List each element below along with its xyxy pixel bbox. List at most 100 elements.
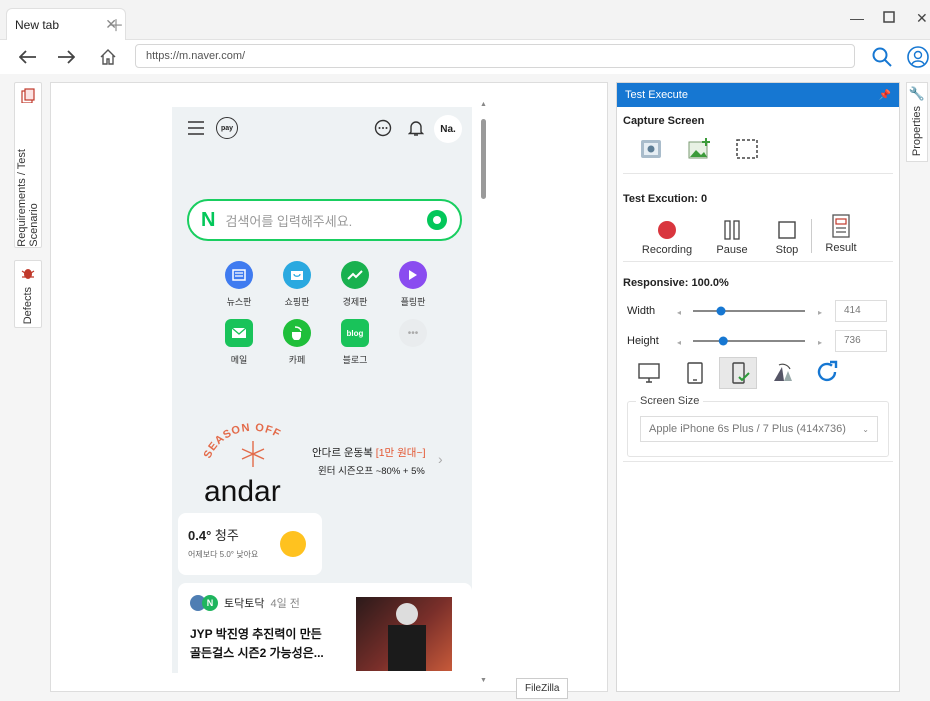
news-time: 4일 전 [270,598,300,610]
service-cafe[interactable]: 카페 [272,319,322,366]
screen-size-group: Screen Size Apple iPhone 6s Plus / 7 Plu… [627,395,889,457]
recording-label: Recording [641,244,693,256]
requirements-tab[interactable]: Requirements / Test Scenario [14,82,42,248]
capture-image-icon[interactable] [687,137,711,161]
desktop-icon[interactable] [637,361,661,385]
defects-tab[interactable]: Defects [14,260,42,328]
slider-knob[interactable] [716,306,726,316]
height-slider-row: Height ◂ ▸ 736 [627,329,887,353]
news-card[interactable]: N 토닥토닥 4일 전 JYP 박진영 추진력이 만든 골든걸스 시즌2 가능성… [178,583,472,673]
banner-line-2: 윈터 시즌오프 ~80% + 5% [318,466,425,477]
refresh-icon[interactable] [815,359,841,385]
workspace: Requirements / Test Scenario Defects 🔧 P… [0,74,930,701]
wrench-icon: 🔧 [908,86,926,101]
minimize-icon[interactable]: — [850,10,864,26]
responsive-label: Responsive: 100.0% [623,277,729,289]
screen-size-select[interactable]: Apple iPhone 6s Plus / 7 Plus (414x736) … [640,416,878,442]
service-label: 메일 [230,355,248,365]
bell-icon[interactable] [408,119,424,137]
weather-card[interactable]: 0.4° 청주 어제보다 5.0° 낮아요 [178,513,322,575]
chat-icon[interactable] [374,119,392,137]
scroll-down-icon[interactable]: ▼ [480,677,487,684]
forward-icon[interactable] [52,44,80,70]
divider [811,219,812,253]
news-title: JYP 박진영 추진력이 만든 골든걸스 시즌2 가능성은... [190,627,324,660]
service-blog[interactable]: blog 블로그 [330,319,380,366]
mobile-device-button[interactable] [719,357,757,389]
capture-region-icon[interactable] [735,137,759,161]
banner-line-1: 안다르 운동복 [1만 원대~] [312,447,426,459]
bug-icon [21,269,35,279]
recording-button[interactable]: Recording [637,219,697,256]
service-label: 블로그 [342,355,368,365]
mobile-check-icon [732,362,750,384]
profile-avatar[interactable]: Na. [434,115,462,143]
service-economy[interactable]: 경제판 [330,261,380,308]
chevron-right-icon[interactable]: › [438,451,443,467]
width-input[interactable]: 414 [835,300,887,322]
more-icon: ••• [399,319,427,347]
divider [623,173,893,174]
sun-icon [280,531,306,557]
service-news[interactable]: 뉴스판 [214,261,264,308]
back-icon[interactable] [14,44,42,70]
result-button[interactable]: Result [819,213,863,254]
service-more[interactable]: ••• [388,319,438,347]
divider [623,261,893,262]
ad-banner[interactable]: SEASON OFF andar 안다르 운동복 [1만 원대~] 윈터 시즌오… [172,419,472,509]
naver-search-box[interactable]: N 검색어를 입력해주세요. [187,199,462,241]
close-window-icon[interactable]: ✕ [916,10,928,27]
maximize-icon[interactable] [883,10,895,26]
search-icon[interactable] [869,44,895,70]
pause-button[interactable]: Pause [712,219,752,256]
menu-icon[interactable] [188,121,204,135]
test-execute-panel: Test Execute 📌 Capture Screen Test Excut… [616,82,900,692]
svg-text:SEASON OFF: SEASON OFF [202,422,283,461]
green-search-icon[interactable] [426,209,448,231]
service-shopping[interactable]: 쇼핑판 [272,261,322,308]
andar-season-off-graphic: SEASON OFF andar [202,422,283,508]
service-label: 경제판 [342,297,368,307]
scrollbar-thumb[interactable] [481,119,486,199]
width-slider[interactable]: ◂ ▸ [677,304,837,318]
news-thumbnail [356,597,452,671]
slider-knob[interactable] [718,336,728,346]
naver-logo: N [201,208,216,231]
service-mail[interactable]: 메일 [214,319,264,366]
stop-icon [778,221,796,239]
panel-title: Test Execute [625,89,688,101]
requirements-icon [21,88,35,104]
search-placeholder: 검색어를 입력해주세요. [225,213,353,229]
result-icon [832,214,850,238]
user-icon[interactable] [905,44,930,70]
pin-icon[interactable]: 📌 [879,90,891,101]
mobile-page: pay Na. N 검색어를 입력해주세요. 뉴스판 쇼핑판 경제판 플링판 메… [172,107,472,673]
mail-icon [225,319,253,347]
new-tab-icon[interactable]: ＋ [108,12,124,36]
news-source-row: N 토닥토닥 4일 전 [190,595,300,611]
address-bar[interactable]: https://m.naver.com/ [135,44,855,68]
service-label: 뉴스판 [226,297,252,307]
blog-icon: blog [341,319,369,347]
rotate-icon[interactable] [771,361,795,385]
properties-label: Properties [911,106,923,157]
naver-badge-icon: N [202,595,218,611]
pause-label: Pause [716,244,748,256]
tablet-icon[interactable] [683,361,707,385]
properties-tab[interactable]: 🔧 Properties [906,82,928,162]
capture-screen-icon[interactable] [639,137,663,161]
service-play[interactable]: 플링판 [388,261,438,308]
home-icon[interactable] [94,44,122,70]
cafe-icon [283,319,311,347]
capture-screen-title: Capture Screen [623,115,705,127]
height-input[interactable]: 736 [835,330,887,352]
stop-button[interactable]: Stop [767,219,807,256]
height-slider[interactable]: ◂ ▸ [677,334,837,348]
service-label: 카페 [288,355,306,365]
svg-text:▸: ▸ [818,308,822,317]
play-icon [399,261,427,289]
page-scrollbar[interactable]: ▲ ▼ [479,101,489,684]
panel-header: Test Execute 📌 [617,83,899,107]
scroll-up-icon[interactable]: ▲ [480,101,487,108]
pay-icon[interactable]: pay [216,117,238,139]
